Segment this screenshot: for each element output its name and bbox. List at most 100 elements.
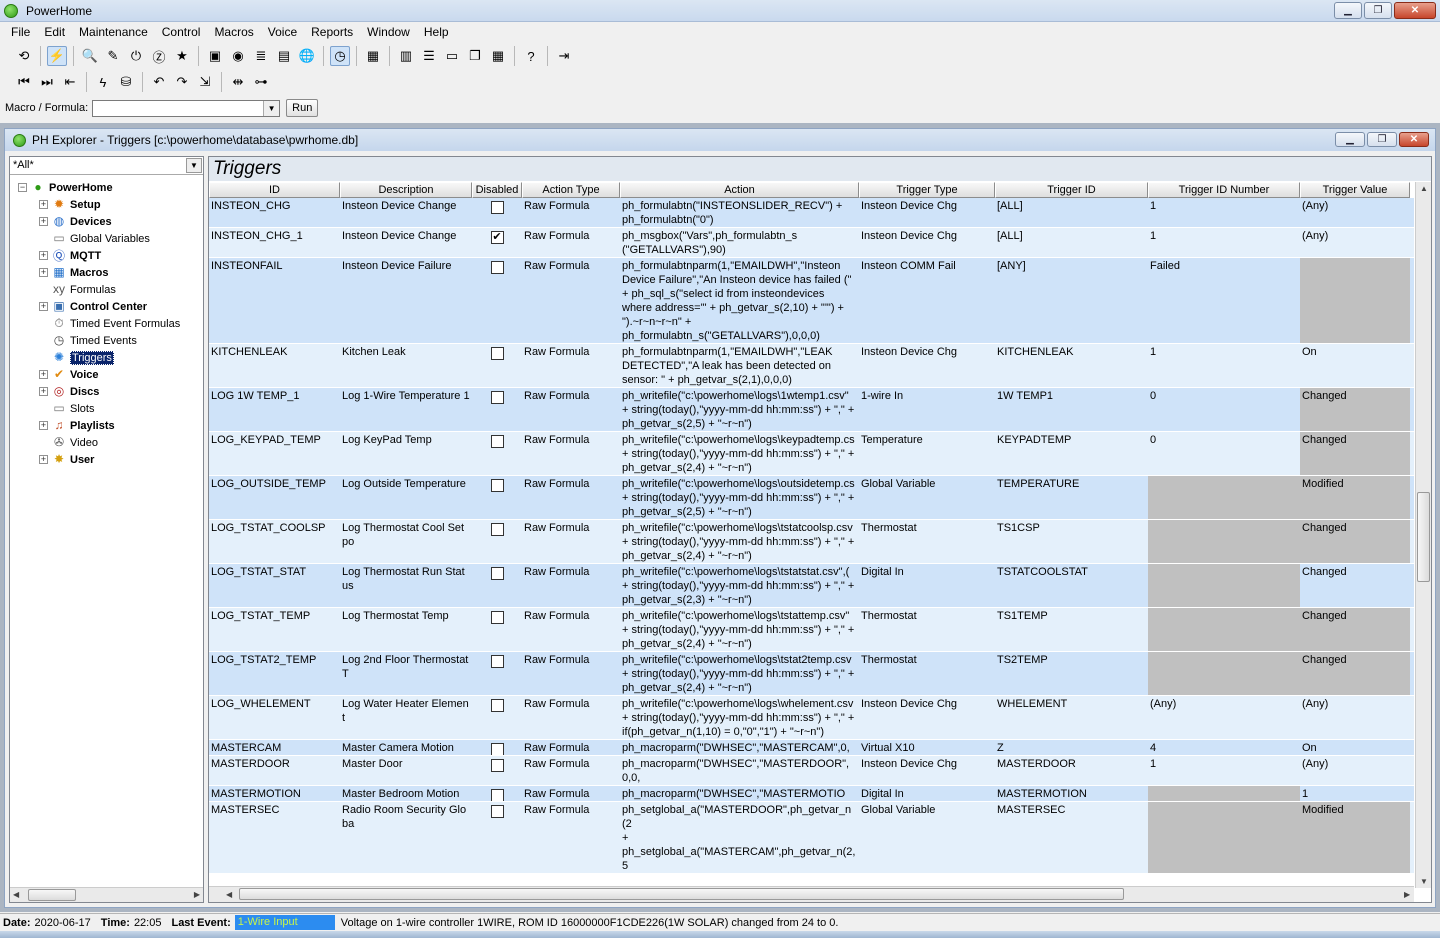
calculator-icon[interactable]: ▦ xyxy=(363,46,383,66)
tree-item-triggers[interactable]: ✺ Triggers xyxy=(10,349,203,366)
tree-item-macros[interactable]: + ▦ Macros xyxy=(10,264,203,281)
column-header-disabled[interactable]: Disabled xyxy=(472,182,522,198)
menu-reports[interactable]: Reports xyxy=(304,25,360,39)
tree-item-discs[interactable]: + ◎ Discs xyxy=(10,383,203,400)
form-icon[interactable]: ▤ xyxy=(274,46,294,66)
expand-icon[interactable]: + xyxy=(39,217,48,226)
expand-icon[interactable]: + xyxy=(39,251,48,260)
explorer-minimize-button[interactable]: ▁ xyxy=(1335,132,1365,147)
expand-icon[interactable]: + xyxy=(39,387,48,396)
clock-icon[interactable]: ◷ xyxy=(330,46,350,66)
column-header-trigger-type[interactable]: Trigger Type xyxy=(859,182,995,198)
power-icon[interactable]: ⏻ xyxy=(126,46,146,66)
column-header-trigger-value[interactable]: Trigger Value xyxy=(1300,182,1410,198)
expand-icon[interactable]: + xyxy=(39,455,48,464)
disabled-checkbox[interactable] xyxy=(490,805,504,818)
lightning-icon[interactable]: ⚡ xyxy=(47,46,67,66)
tree-horizontal-scrollbar[interactable]: ◀ ▶ xyxy=(10,887,203,902)
expand-icon[interactable]: + xyxy=(39,421,48,430)
column-header-description[interactable]: Description xyxy=(340,182,472,198)
disabled-checkbox[interactable]: ✔ xyxy=(490,231,504,244)
tree-item-voice[interactable]: + ✔ Voice xyxy=(10,366,203,383)
table-row[interactable]: INSTEONFAIL Insteon Device Failure Raw For… xyxy=(209,258,1414,344)
tree-item-devices[interactable]: + ◍ Devices xyxy=(10,213,203,230)
globe-icon[interactable]: 🌐 xyxy=(297,46,317,66)
grid-vertical-scrollbar[interactable]: ▲ ▼ xyxy=(1415,182,1431,888)
disabled-checkbox[interactable] xyxy=(490,435,504,448)
redo-icon[interactable]: ↷ xyxy=(172,72,192,92)
magnifier-icon[interactable]: 🔍 xyxy=(80,46,100,66)
tree-item-control-center[interactable]: + ▣ Control Center xyxy=(10,298,203,315)
tree-item-slots[interactable]: ▭ Slots xyxy=(10,400,203,417)
explorer-close-button[interactable]: ✕ xyxy=(1399,132,1429,147)
scrollbar-thumb[interactable] xyxy=(239,888,1124,900)
tree-item-playlists[interactable]: + ♫ Playlists xyxy=(10,417,203,434)
scroll-up-arrow-icon[interactable]: ▲ xyxy=(1420,184,1428,193)
disabled-checkbox[interactable] xyxy=(490,391,504,404)
tile-horizontal-icon[interactable]: ☰ xyxy=(419,46,439,66)
menu-maintenance[interactable]: Maintenance xyxy=(72,25,155,39)
expand-icon[interactable]: + xyxy=(39,302,48,311)
table-row[interactable]: LOG 1W TEMP_1 Log 1-Wire Temperature 1 Raw… xyxy=(209,388,1414,432)
menu-file[interactable]: File xyxy=(4,25,37,39)
scroll-left-arrow-icon[interactable]: ◀ xyxy=(226,890,232,899)
chevron-down-icon[interactable]: ▼ xyxy=(263,100,280,116)
expand-icon[interactable]: + xyxy=(39,370,48,379)
table-row[interactable]: LOG_KEYPAD_TEMP Log KeyPad Temp Raw Formul… xyxy=(209,432,1414,476)
scrollbar-thumb[interactable] xyxy=(1417,492,1430,582)
disabled-checkbox[interactable] xyxy=(490,655,504,668)
column-header-action[interactable]: Action xyxy=(620,182,859,198)
expand-icon[interactable]: + xyxy=(39,200,48,209)
table-row[interactable]: KITCHENLEAK Kitchen Leak Raw Formula ph_for… xyxy=(209,344,1414,388)
collapse-icon[interactable]: − xyxy=(18,183,27,192)
exit-icon[interactable]: ⇥ xyxy=(554,46,574,66)
column-header-action-type[interactable]: Action Type xyxy=(522,182,620,198)
menu-control[interactable]: Control xyxy=(155,25,208,39)
macro-formula-combo[interactable]: ▼ xyxy=(92,99,281,117)
tree-item-powerhome[interactable]: − ● PowerHome xyxy=(10,179,203,196)
pencil-icon[interactable]: ✎ xyxy=(103,46,123,66)
disabled-checkbox[interactable] xyxy=(490,743,504,755)
tree-item-video[interactable]: ✇ Video xyxy=(10,434,203,451)
table-row[interactable]: MASTERMOTION Master Bedroom Motion Raw For… xyxy=(209,786,1414,802)
column-header-trigger-id[interactable]: Trigger ID xyxy=(995,182,1148,198)
chevron-down-icon[interactable]: ▼ xyxy=(186,158,202,173)
table-row[interactable]: LOG_TSTAT_TEMP Log Thermostat Temp Raw For… xyxy=(209,608,1414,652)
tree-icon[interactable]: ⊶ xyxy=(251,72,271,92)
menu-help[interactable]: Help xyxy=(417,25,456,39)
table-row[interactable]: MASTERDOOR Master Door Raw Formula ph_macro… xyxy=(209,756,1414,786)
insert-icon[interactable]: ⇲ xyxy=(195,72,215,92)
table-row[interactable]: LOG_TSTAT_STAT Log Thermostat Run Status R… xyxy=(209,564,1414,608)
disabled-checkbox[interactable] xyxy=(490,759,504,772)
disabled-checkbox[interactable] xyxy=(490,347,504,360)
scroll-right-arrow-icon[interactable]: ▶ xyxy=(1404,890,1410,899)
window-icon[interactable]: ▭ xyxy=(442,46,462,66)
scrollbar-thumb[interactable] xyxy=(28,889,76,901)
close-button[interactable]: ✕ xyxy=(1394,2,1436,19)
menu-macros[interactable]: Macros xyxy=(207,25,260,39)
monitor-icon[interactable]: ▣ xyxy=(205,46,225,66)
tree-item-timed-events[interactable]: ◷ Timed Events xyxy=(10,332,203,349)
run-button[interactable]: Run xyxy=(286,99,319,117)
scroll-right-arrow-icon[interactable]: ▶ xyxy=(194,890,200,899)
last-icon[interactable]: ⏭ xyxy=(37,72,57,92)
disabled-checkbox[interactable] xyxy=(490,611,504,624)
table-row[interactable]: LOG_WHELEMENT Log Water Heater Element Raw… xyxy=(209,696,1414,740)
goto-icon[interactable]: ⇤ xyxy=(60,72,80,92)
tree-item-timed-event-formulas[interactable]: ⏱ Timed Event Formulas xyxy=(10,315,203,332)
cascade-icon[interactable]: ❐ xyxy=(465,46,485,66)
table-row[interactable]: LOG_OUTSIDE_TEMP Log Outside Temperature R… xyxy=(209,476,1414,520)
scroll-left-arrow-icon[interactable]: ◀ xyxy=(13,890,19,899)
link-icon[interactable]: ⇹ xyxy=(228,72,248,92)
tree-item-setup[interactable]: + ✹ Setup xyxy=(10,196,203,213)
table-row[interactable]: MASTERSEC Radio Room Security Globa Raw Fo… xyxy=(209,802,1414,874)
restore-button[interactable]: ❐ xyxy=(1364,2,1392,19)
network-icon[interactable]: ◉ xyxy=(228,46,248,66)
disabled-checkbox[interactable] xyxy=(490,201,504,214)
disabled-checkbox[interactable] xyxy=(490,523,504,536)
table-row[interactable]: INSTEON_CHG Insteon Device Change Raw Form… xyxy=(209,198,1414,228)
disabled-checkbox[interactable] xyxy=(490,261,504,274)
menu-edit[interactable]: Edit xyxy=(37,25,72,39)
disabled-checkbox[interactable] xyxy=(490,789,504,801)
help-icon[interactable]: ? xyxy=(521,46,541,66)
